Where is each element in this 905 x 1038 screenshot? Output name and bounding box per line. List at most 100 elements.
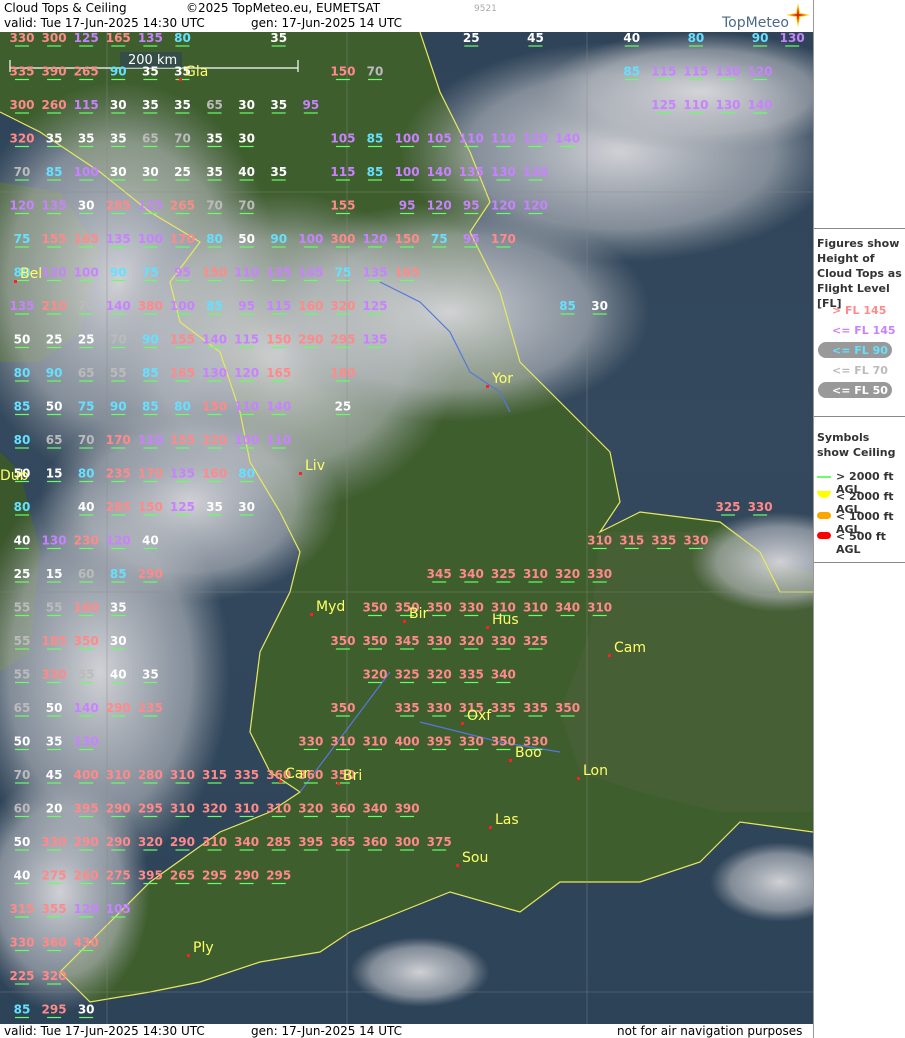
flight-level-label: 295 [202,869,227,883]
flight-level-label: 320 [362,668,387,682]
image-code: 9521 [474,4,497,14]
flight-level-label: 355 [42,902,67,916]
flight-level-label: 140 [74,701,99,715]
flight-level-label: 110 [491,132,516,146]
flight-level-label: 95 [174,266,191,280]
flight-level-label: 30 [238,98,255,112]
flight-level-label: 295 [138,802,163,816]
flight-level-label: 35 [206,165,223,179]
flight-level-label: 100 [138,232,163,246]
city-dot [608,654,611,657]
flight-level-label: 150 [266,333,291,347]
flight-level-label: 35 [142,65,159,79]
flight-level-label: 130 [42,534,67,548]
flight-level-label: 35 [270,32,287,45]
flight-level-label: 35 [270,98,287,112]
flight-level-label: 395 [427,735,452,749]
city-label: Oxf [467,708,492,724]
flight-level-label: 290 [74,835,99,849]
flight-level-label: 295 [42,1003,67,1017]
flight-level-label: 150 [330,65,355,79]
flight-level-label: 350 [362,634,387,648]
flight-level-label: 70 [206,199,223,213]
flight-level-label: 325 [491,567,516,581]
flight-level-label: 50 [46,701,63,715]
city-dot [509,759,512,762]
flight-level-label: 315 [619,534,644,548]
flight-level-label: 135 [362,266,387,280]
flight-level-label: 275 [106,869,131,883]
legend-ceiling-entry: < 500 ft AGL [814,530,905,556]
flight-level-label: 340 [491,668,516,682]
flight-level-label: 395 [74,802,99,816]
flight-level-label: 290 [106,835,131,849]
flight-level-label: 45 [527,32,544,45]
satellite-map[interactable]: 200 km 330 300 125 165 135 80 35 25 45 40 80 90 130 3… [0,32,813,1024]
flight-level-label: 30 [78,1003,95,1017]
legend-fl-label: <= FL 50 [832,384,888,397]
flight-level-label: 95 [463,232,480,246]
flight-level-label: 335 [491,701,516,715]
flight-level-label: 90 [142,333,159,347]
flight-level-label: 345 [395,634,420,648]
flight-level-label: 235 [106,467,131,481]
flight-level-label: 30 [110,634,127,648]
flight-level-label: 115 [330,165,355,179]
flight-level-label: 85 [623,65,640,79]
flight-level-label: 430 [74,936,99,950]
flight-level-label: 320 [298,802,323,816]
map-title: Cloud Tops & Ceiling [4,1,127,15]
flight-level-label: 15 [46,467,63,481]
flight-level-label: 155 [330,199,355,213]
flight-level-label: 105 [106,902,131,916]
flight-level-label: 300 [330,232,355,246]
flight-level-label: 310 [234,802,259,816]
flight-level-label: 95 [238,299,255,313]
flight-level-label: 100 [395,165,420,179]
flight-level-label: 115 [683,65,708,79]
flight-level-label: 90 [46,366,63,380]
flight-level-label: 330 [748,500,773,514]
flight-level-label: 80 [174,32,191,45]
flight-level-label: 330 [427,701,452,715]
flight-level-label: 65 [78,366,95,380]
flight-level-label: 400 [74,768,99,782]
flight-level-label: 310 [170,768,195,782]
flight-level-label: 55 [14,601,31,615]
flight-level-label: 310 [202,835,227,849]
flight-level-label: 330 [42,835,67,849]
flight-level-label: 310 [523,601,548,615]
flight-level-label: 100 [170,299,195,313]
flight-level-label: 285 [106,199,131,213]
flight-level-label: 290 [138,567,163,581]
flight-level-label: 30 [238,132,255,146]
flight-level-label: 260 [74,869,99,883]
flight-level-label: 290 [106,802,131,816]
flight-level-label: 335 [651,534,676,548]
flight-level-label: 315 [9,902,34,916]
flight-level-label: 290 [170,835,195,849]
city-label: Ply [193,940,214,956]
flight-level-label: 95 [302,98,319,112]
city-label: Yor [491,371,513,387]
flight-level-label: 120 [42,266,67,280]
flight-level-label: 350 [427,601,452,615]
flight-level-label: 395 [298,835,323,849]
legend-fl-entry: <= FL 90 [814,342,905,362]
flight-level-label: 310 [330,735,355,749]
flight-level-label: 40 [14,534,31,548]
flight-level-label: 340 [555,601,580,615]
city-dot [14,280,17,283]
flight-level-label: 80 [14,433,31,447]
flight-level-label: 340 [362,802,387,816]
flight-level-label: 150 [202,266,227,280]
city-dot [489,826,492,829]
flight-level-label: 80 [78,467,95,481]
flight-level-label: 320 [330,299,355,313]
flight-level-label: 155 [170,433,195,447]
legend-fl-entry: > FL 145 [814,304,905,322]
flight-level-label: 340 [459,567,484,581]
flight-level-label: 265 [170,869,195,883]
flight-level-label: 320 [42,969,67,983]
flight-level-label: 365 [330,835,355,849]
